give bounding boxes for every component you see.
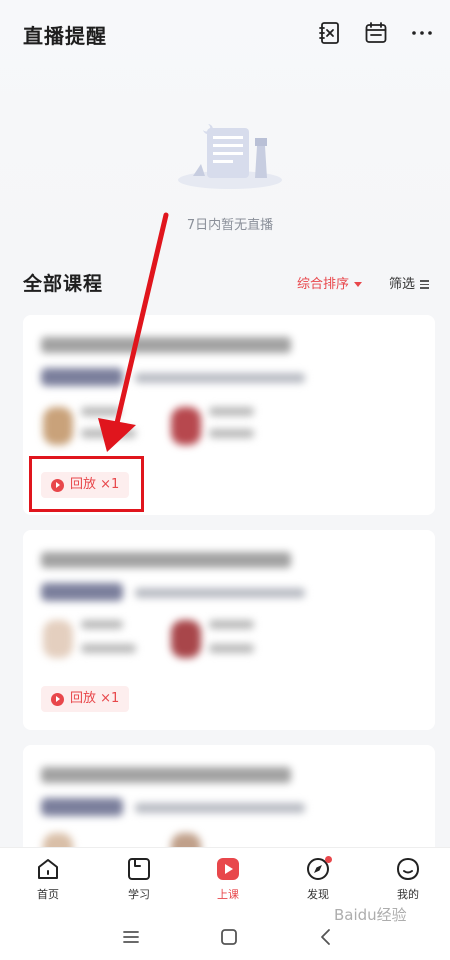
header: 直播提醒 (0, 0, 450, 66)
tab-study[interactable]: 学习 (109, 856, 169, 902)
teacher-role-blurred (81, 644, 136, 653)
teacher-name-blurred (209, 620, 254, 629)
teacher-avatar (43, 620, 73, 658)
course-title-blurred (41, 337, 291, 353)
caret-down-icon (354, 282, 363, 287)
tab-class[interactable]: 上课 (198, 856, 258, 902)
clear-reminder-icon[interactable] (317, 20, 343, 46)
tab-label: 首页 (37, 888, 59, 901)
teacher-avatar (171, 620, 201, 658)
course-meta-blurred (135, 803, 305, 813)
calendar-icon[interactable] (363, 20, 389, 46)
section-title: 全部课程 (23, 273, 104, 295)
page-title: 直播提醒 (23, 24, 107, 48)
teacher-avatar (43, 407, 73, 445)
course-tag-blurred (41, 798, 123, 816)
teacher-name-blurred (81, 407, 121, 416)
teacher-role-blurred (209, 429, 254, 438)
profile-icon (396, 857, 420, 881)
teacher-name-blurred (209, 407, 254, 416)
menu-icon[interactable] (121, 927, 141, 947)
filter-button[interactable]: 筛选 (389, 273, 430, 292)
filter-lines-icon (420, 278, 430, 290)
back-icon[interactable] (316, 927, 336, 947)
teacher-role-blurred (209, 644, 254, 653)
tab-discover[interactable]: 发现 (288, 856, 348, 902)
teacher-name-blurred (81, 620, 123, 629)
tab-label: 发现 (307, 888, 329, 901)
empty-state-illustration (175, 118, 285, 193)
watermark: Baidu经验 (334, 906, 407, 924)
class-icon (217, 858, 239, 880)
course-tag-blurred (41, 583, 123, 601)
notification-dot (325, 856, 332, 863)
sort-dropdown[interactable]: 综合排序 (297, 273, 363, 292)
home-icon (38, 859, 58, 879)
tab-label: 我的 (397, 888, 419, 901)
bottom-tab-bar: 首页 学习 上课 发现 我的 (0, 847, 450, 911)
play-icon (51, 692, 64, 706)
teacher-role-blurred (81, 429, 136, 438)
course-meta-blurred (135, 588, 305, 598)
course-card[interactable]: 回放 ×1 (23, 530, 435, 730)
annotation-highlight-box (29, 456, 144, 512)
replay-badge[interactable]: 回放 ×1 (41, 686, 130, 712)
tab-profile[interactable]: 我的 (378, 856, 438, 902)
study-icon (128, 858, 150, 880)
tab-label: 上课 (217, 888, 239, 901)
teacher-avatar (171, 407, 201, 445)
replay-label: 回放 ×1 (70, 691, 120, 706)
more-icon[interactable] (409, 20, 435, 46)
empty-state-text: 7日内暂无直播 (186, 218, 274, 233)
filter-label: 筛选 (389, 277, 416, 292)
course-title-blurred (41, 552, 291, 568)
tab-home[interactable]: 首页 (18, 856, 78, 902)
course-tag-blurred (41, 368, 123, 386)
course-meta-blurred (135, 373, 305, 383)
tab-label: 学习 (128, 888, 150, 901)
course-title-blurred (41, 767, 291, 783)
sort-label: 综合排序 (297, 277, 350, 292)
home-square-icon[interactable] (219, 927, 239, 947)
